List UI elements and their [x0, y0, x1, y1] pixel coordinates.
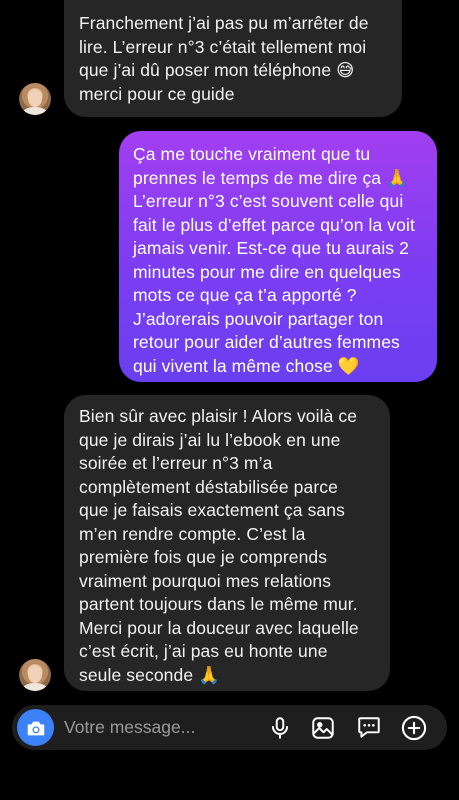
avatar-face: [28, 90, 42, 107]
microphone-icon: [271, 717, 289, 739]
plus-circle-icon: [401, 715, 427, 741]
message-bubble-incoming[interactable]: Bien sûr avec plaisir ! Alors voilà ce q…: [64, 395, 390, 691]
avatar-face: [28, 666, 42, 683]
message-bubble-incoming[interactable]: Franchement j’ai pas pu m’arrêter de lir…: [64, 0, 402, 117]
gallery-icon: [312, 717, 334, 739]
chat-thread: Franchement j’ai pas pu m’arrêter de lir…: [0, 0, 459, 700]
microphone-button[interactable]: [265, 713, 295, 743]
sticker-icon: [358, 717, 380, 738]
bottom-safe-area: [0, 752, 459, 800]
message-input[interactable]: Votre message...: [64, 717, 195, 738]
sticker-button[interactable]: [354, 713, 384, 743]
camera-icon: [27, 721, 44, 735]
avatar-shoulders: [22, 683, 48, 691]
add-button[interactable]: [399, 713, 429, 743]
avatar[interactable]: [19, 83, 51, 115]
avatar-shoulders: [22, 107, 48, 115]
camera-button[interactable]: [17, 709, 54, 746]
avatar[interactable]: [19, 659, 51, 691]
message-composer: Votre message...: [12, 705, 447, 750]
message-bubble-outgoing[interactable]: Ça me touche vraiment que tu prennes le …: [119, 131, 437, 382]
gallery-button[interactable]: [308, 713, 338, 743]
